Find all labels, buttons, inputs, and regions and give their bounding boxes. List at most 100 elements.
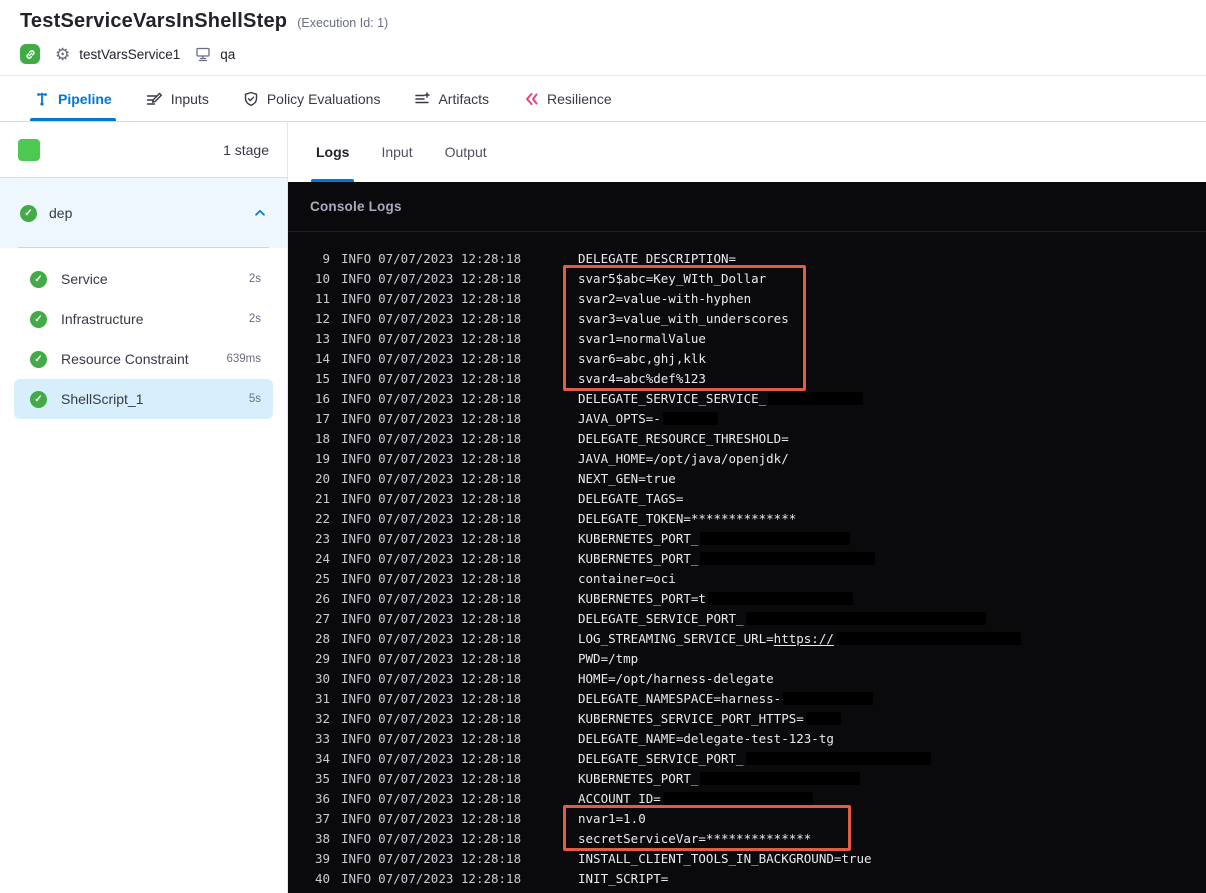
redaction-block xyxy=(662,411,718,425)
log-message-text: KUBERNETES_SERVICE_PORT_HTTPS= xyxy=(578,710,804,726)
log-line-number: 11 xyxy=(314,290,330,306)
log-message-text: DELEGATE_NAME=delegate-test-123-tg xyxy=(578,730,834,746)
policy-icon xyxy=(243,91,259,107)
log-line: 19 INFO 07/07/2023 12:28:18 JAVA_HOME=/opt/… xyxy=(288,448,1206,468)
log-message-text: svar1=normalValue xyxy=(578,330,706,346)
log-message-text: svar2=value-with-hyphen xyxy=(578,290,752,306)
console-log-lines[interactable]: 9 INFO 07/07/2023 12:28:18 DELEGATE_DESCRIP… xyxy=(288,248,1206,888)
tab-artifacts[interactable]: Artifacts xyxy=(414,76,489,121)
log-timestamp: 07/07/2023 12:28:18 xyxy=(378,830,522,846)
log-line-number: 36 xyxy=(314,790,330,806)
tab-inputs[interactable]: Inputs xyxy=(146,76,209,121)
redaction-block xyxy=(783,691,874,705)
step-infrastructure[interactable]: ✓ Infrastructure 2s xyxy=(0,299,287,339)
log-level: INFO xyxy=(341,410,372,426)
log-message: nvar1=1.0 xyxy=(578,808,646,828)
log-level: INFO xyxy=(341,710,372,726)
log-line: 17 INFO 07/07/2023 12:28:18 JAVA_OPTS=- xyxy=(288,408,1206,428)
step-duration: 5s xyxy=(248,393,261,405)
log-message-text: container=oci xyxy=(578,570,676,586)
step-duration: 2s xyxy=(248,273,261,285)
step-service[interactable]: ✓ Service 2s xyxy=(0,259,287,299)
tab-resilience[interactable]: Resilience xyxy=(523,76,612,121)
log-tab-output[interactable]: Output xyxy=(445,122,487,182)
log-level: INFO xyxy=(341,690,372,706)
log-level: INFO xyxy=(341,650,372,666)
console-panel: Console Logs 9 INFO 07/07/2023 12:28:18 DEL… xyxy=(288,182,1206,893)
log-message: DELEGATE_TAGS= xyxy=(578,488,683,508)
log-line-number: 17 xyxy=(314,410,330,426)
log-message: NEXT_GEN=true xyxy=(578,468,676,488)
log-line: 34 INFO 07/07/2023 12:28:18 DELEGATE_SERVIC… xyxy=(288,748,1206,768)
tab-pipeline[interactable]: Pipeline xyxy=(30,76,116,121)
execution-sidebar: 1 stage ✓ dep ✓ Service 2s ✓ Infrastructure 2… xyxy=(0,122,288,893)
log-message-text: KUBERNETES_PORT_ xyxy=(578,550,699,566)
log-message-text: DELEGATE_DESCRIPTION= xyxy=(578,250,737,266)
redaction-block xyxy=(707,591,853,605)
log-line-number: 18 xyxy=(314,430,330,446)
tab-policy-evaluations[interactable]: Policy Evaluations xyxy=(243,76,380,121)
log-timestamp: 07/07/2023 12:28:18 xyxy=(378,770,522,786)
log-level: INFO xyxy=(341,470,372,486)
log-message: container=oci xyxy=(578,568,676,588)
log-line-number: 35 xyxy=(314,770,330,786)
log-timestamp: 07/07/2023 12:28:18 xyxy=(378,870,522,886)
console-header: Console Logs xyxy=(288,182,1206,232)
log-message-text: nvar1=1.0 xyxy=(578,810,646,826)
log-line: 14 INFO 07/07/2023 12:28:18 svar6=abc,ghj,k… xyxy=(288,348,1206,368)
log-level: INFO xyxy=(341,830,372,846)
log-message-text: DELEGATE_TOKEN=************** xyxy=(578,510,797,526)
service-gear-icon: ⚙ xyxy=(55,44,71,64)
log-timestamp: 07/07/2023 12:28:18 xyxy=(378,730,522,746)
log-timestamp: 07/07/2023 12:28:18 xyxy=(378,350,522,366)
log-message-text: KUBERNETES_PORT_ xyxy=(578,530,699,546)
log-line-number: 27 xyxy=(314,610,330,626)
log-tab-input[interactable]: Input xyxy=(381,122,412,182)
log-line: 38 INFO 07/07/2023 12:28:18 secretServiceVa… xyxy=(288,828,1206,848)
log-line-number: 38 xyxy=(314,830,330,846)
environment-name[interactable]: qa xyxy=(220,47,235,62)
log-level: INFO xyxy=(341,770,372,786)
service-name[interactable]: testVarsService1 xyxy=(79,47,180,62)
step-shellscript-1[interactable]: ✓ ShellScript_1 5s xyxy=(14,379,273,419)
execution-page: TestServiceVarsInShellStep (Execution Id… xyxy=(0,0,1206,893)
log-link[interactable]: https:// xyxy=(774,631,834,646)
redaction-block xyxy=(700,551,876,565)
log-timestamp: 07/07/2023 12:28:18 xyxy=(378,330,522,346)
log-message: DELEGATE_DESCRIPTION= xyxy=(578,248,736,268)
log-timestamp: 07/07/2023 12:28:18 xyxy=(378,270,522,286)
log-line: 16 INFO 07/07/2023 12:28:18 DELEGATE_SERVIC… xyxy=(288,388,1206,408)
log-message-text: ACCOUNT_ID= xyxy=(578,790,661,806)
log-level: INFO xyxy=(341,750,372,766)
log-message-text: LOG_STREAMING_SERVICE_URL= xyxy=(578,630,774,646)
log-line-number: 39 xyxy=(314,850,330,866)
log-line-number: 15 xyxy=(314,370,330,386)
log-level: INFO xyxy=(341,370,372,386)
log-level: INFO xyxy=(341,330,372,346)
log-timestamp: 07/07/2023 12:28:18 xyxy=(378,650,522,666)
log-message: INIT_SCRIPT= xyxy=(578,868,668,888)
log-level: INFO xyxy=(341,550,372,566)
log-tab-logs[interactable]: Logs xyxy=(310,122,355,182)
log-level: INFO xyxy=(341,390,372,406)
tab-label: Pipeline xyxy=(58,90,112,107)
log-line-number: 30 xyxy=(314,670,330,686)
log-message-text: HOME=/opt/harness-delegate xyxy=(578,670,774,686)
log-line: 27 INFO 07/07/2023 12:28:18 DELEGATE_SERVIC… xyxy=(288,608,1206,628)
log-line-number: 21 xyxy=(314,490,330,506)
log-message-text: svar4=abc%def%123 xyxy=(578,370,706,386)
stage-status-icon[interactable] xyxy=(18,138,40,161)
log-message: svar3=value_with_underscores xyxy=(578,308,789,328)
log-message: DELEGATE_NAMESPACE=harness- xyxy=(578,688,874,708)
log-line-number: 24 xyxy=(314,550,330,566)
stage-group-dep[interactable]: ✓ dep xyxy=(0,178,287,248)
log-level: INFO xyxy=(341,450,372,466)
log-message: svar1=normalValue xyxy=(578,328,706,348)
log-line: 12 INFO 07/07/2023 12:28:18 svar3=value_wit… xyxy=(288,308,1206,328)
step-resource-constraint[interactable]: ✓ Resource Constraint 639ms xyxy=(0,339,287,379)
chevron-up-icon[interactable] xyxy=(253,206,267,220)
log-message: svar4=abc%def%123 xyxy=(578,368,706,388)
log-timestamp: 07/07/2023 12:28:18 xyxy=(378,670,522,686)
log-line: 36 INFO 07/07/2023 12:28:18 ACCOUNT_ID= xyxy=(288,788,1206,808)
success-check-icon: ✓ xyxy=(20,204,37,222)
